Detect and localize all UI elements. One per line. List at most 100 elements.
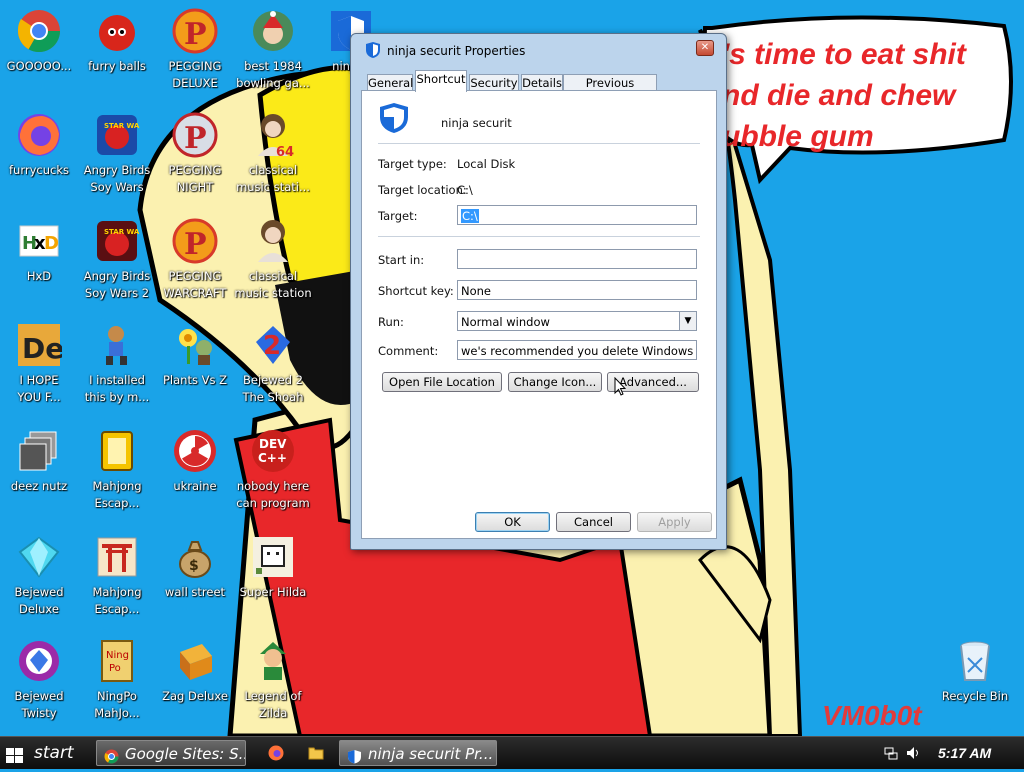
desktop-icon-mahjong-1[interactable]: Mahjong Escap... [78,428,156,512]
svg-text:P: P [184,121,207,156]
svg-text:DEV: DEV [259,437,287,451]
desktop-icon-label: HxD [26,269,52,283]
desktop-icon-mahjong-2[interactable]: Mahjong Escap... [78,534,156,618]
desktop-icon-firefox[interactable]: furrycucks [0,112,78,179]
desktop-icon-plants-vs-z[interactable]: Plants Vs Z [156,322,234,389]
tab-general[interactable]: General [367,74,413,91]
open-file-location-button[interactable]: Open File Location [382,372,502,392]
target-location-label: Target location: [378,183,467,197]
svg-text:P: P [184,227,207,262]
desktop-icon-classical-2[interactable]: classical music station [234,218,312,302]
taskbar-item-ninja-securit[interactable]: ninja securit Pr... [339,740,497,766]
cancel-button[interactable]: Cancel [556,512,631,532]
angry-birds-star-wars-2-icon: STAR WARS [94,218,150,264]
shortcut-key-input[interactable]: None [457,280,697,300]
start-button[interactable]: start [4,740,82,766]
gem-icon [16,534,62,580]
taskbar: start Google Sites: S... ninja securit P… [0,736,1024,769]
stacked-windows-icon [16,428,62,474]
svg-text:2: 2 [263,331,281,361]
svg-text:C++: C++ [258,451,287,465]
wallpaper-speech-text: 's time to eat shit nd die and chew ubbl… [722,34,1022,157]
target-label: Target: [378,209,418,223]
firefox-icon[interactable] [268,745,284,761]
tab-details[interactable]: Details [521,74,563,91]
desktop-icon-bejewed-2[interactable]: 2 Bejewed 2 The Shoah [234,322,312,406]
desktop-icon-angry-birds-soy-wars[interactable]: STAR WARS Angry Birds Soy Wars [78,112,156,196]
taskbar-item-label: ninja securit Pr... [368,745,494,763]
bejeweled-2-icon: 2 [250,322,296,368]
desktop-icon-bejewed-deluxe[interactable]: Bejewed Deluxe [0,534,78,618]
comment-label: Comment: [378,344,439,358]
target-input[interactable]: C:\ [457,205,697,225]
svg-text:Po: Po [109,663,121,674]
desktop-icon-label: PEGGING WARCRAFT [163,269,227,300]
taskbar-clock[interactable]: 5:17 AM [938,737,991,769]
tab-security[interactable]: Security [469,74,519,91]
desktop-icon-furry-balls[interactable]: furry balls [78,8,156,75]
chevron-down-icon[interactable]: ▼ [679,312,696,330]
ningpo-tile-icon: Ning Po [94,638,140,684]
desktop-icon-label: PEGGING NIGHT [168,163,222,194]
run-label: Run: [378,315,404,329]
desktop-icon-dev-cpp[interactable]: DEV C++ nobody here can program [234,428,312,512]
target-type-value: Local Disk [457,157,516,171]
desktop-icon-ningpo[interactable]: Ning Po NingPo MahJo... [78,638,156,722]
svg-text:Ning: Ning [106,650,129,661]
firefox-icon [16,112,62,158]
desktop-icon-pegging-night[interactable]: P PEGGING NIGHT [156,112,234,196]
properties-dialog: ninja securit Properties ✕ General Short… [350,33,727,550]
svg-text:STAR WARS: STAR WARS [104,228,140,236]
change-icon-button[interactable]: Change Icon... [508,372,602,392]
network-icon[interactable] [884,746,898,760]
desktop-icon-bejewed-twisty[interactable]: Bejewed Twisty [0,638,78,722]
desktop-icon-label: I installed this by m... [84,373,150,404]
comment-input[interactable]: we's recommended you delete Windows Defe… [457,340,697,360]
desktop-icon-de[interactable]: De I HOPE YOU F... [0,322,78,406]
folder-icon[interactable] [308,745,324,761]
desktop-icon-label: Bejewed Twisty [14,689,64,720]
desktop-icon-pegging-deluxe[interactable]: P PEGGING DELUXE [156,8,234,92]
svg-text:64: 64 [276,145,294,158]
start-in-input[interactable] [457,249,697,269]
start-label: start [34,743,74,763]
desktop-icon-chrome[interactable]: GOOOOO... [0,8,78,75]
desktop-icon-label: wall street [164,585,226,599]
desktop-icon-recycle-bin[interactable]: Recycle Bin [936,638,1014,705]
dialog-title: ninja securit Properties [387,44,526,58]
volume-icon[interactable] [906,746,920,760]
tab-shortcut[interactable]: Shortcut [415,70,467,92]
desktop-icon-zag-deluxe[interactable]: Zag Deluxe [156,638,234,705]
divider [378,143,700,144]
apply-button[interactable]: Apply [637,512,712,532]
close-button[interactable]: ✕ [696,40,714,56]
run-select[interactable]: Normal window ▼ [457,311,697,331]
tab-previous-versions[interactable]: Previous Versions [563,74,657,106]
mouse-cursor-icon [614,376,627,397]
torii-gate-icon [94,534,140,580]
desktop-icon-label: Mahjong Escap... [92,479,142,510]
svg-text:P: P [184,17,207,52]
desktop-icon-installed[interactable]: I installed this by m... [78,322,156,406]
taskbar-item-google-sites[interactable]: Google Sites: S... [96,740,246,766]
desktop-icon-hxd[interactable]: HxD HxD [0,218,78,285]
desktop-icon-label: Super Hilda [239,585,307,599]
ok-button[interactable]: OK [475,512,550,532]
start-in-label: Start in: [378,253,425,267]
speech-line: ubble gum [722,120,874,153]
desktop-icon-pegging-warcraft[interactable]: P PEGGING WARCRAFT [156,218,234,302]
desktop-icon-bowling[interactable]: best 1984 bowling ga... [234,8,312,92]
desktop-icon-wall-street[interactable]: $ wall street [156,534,234,601]
desktop-icon-deez-nutz[interactable]: deez nutz [0,428,78,495]
dialog-titlebar[interactable]: ninja securit Properties ✕ [351,34,726,66]
desktop-icon-angry-birds-soy-wars-2[interactable]: STAR WARS Angry Birds Soy Wars 2 [78,218,156,302]
svg-text:De: De [22,332,62,365]
desktop-icon-label: best 1984 bowling ga... [236,59,310,90]
bowling-santa-icon [250,8,296,54]
windows-logo-icon [6,746,23,763]
hxd-icon: HxD [16,218,62,264]
desktop-icon-classical-1[interactable]: 64 classical music stati... [234,112,312,196]
desktop-icon-ukraine[interactable]: ukraine [156,428,234,495]
desktop-icon-legend-of-zilda[interactable]: Legend of Zilda [234,638,312,722]
desktop-icon-super-hilda[interactable]: Super Hilda [234,534,312,601]
